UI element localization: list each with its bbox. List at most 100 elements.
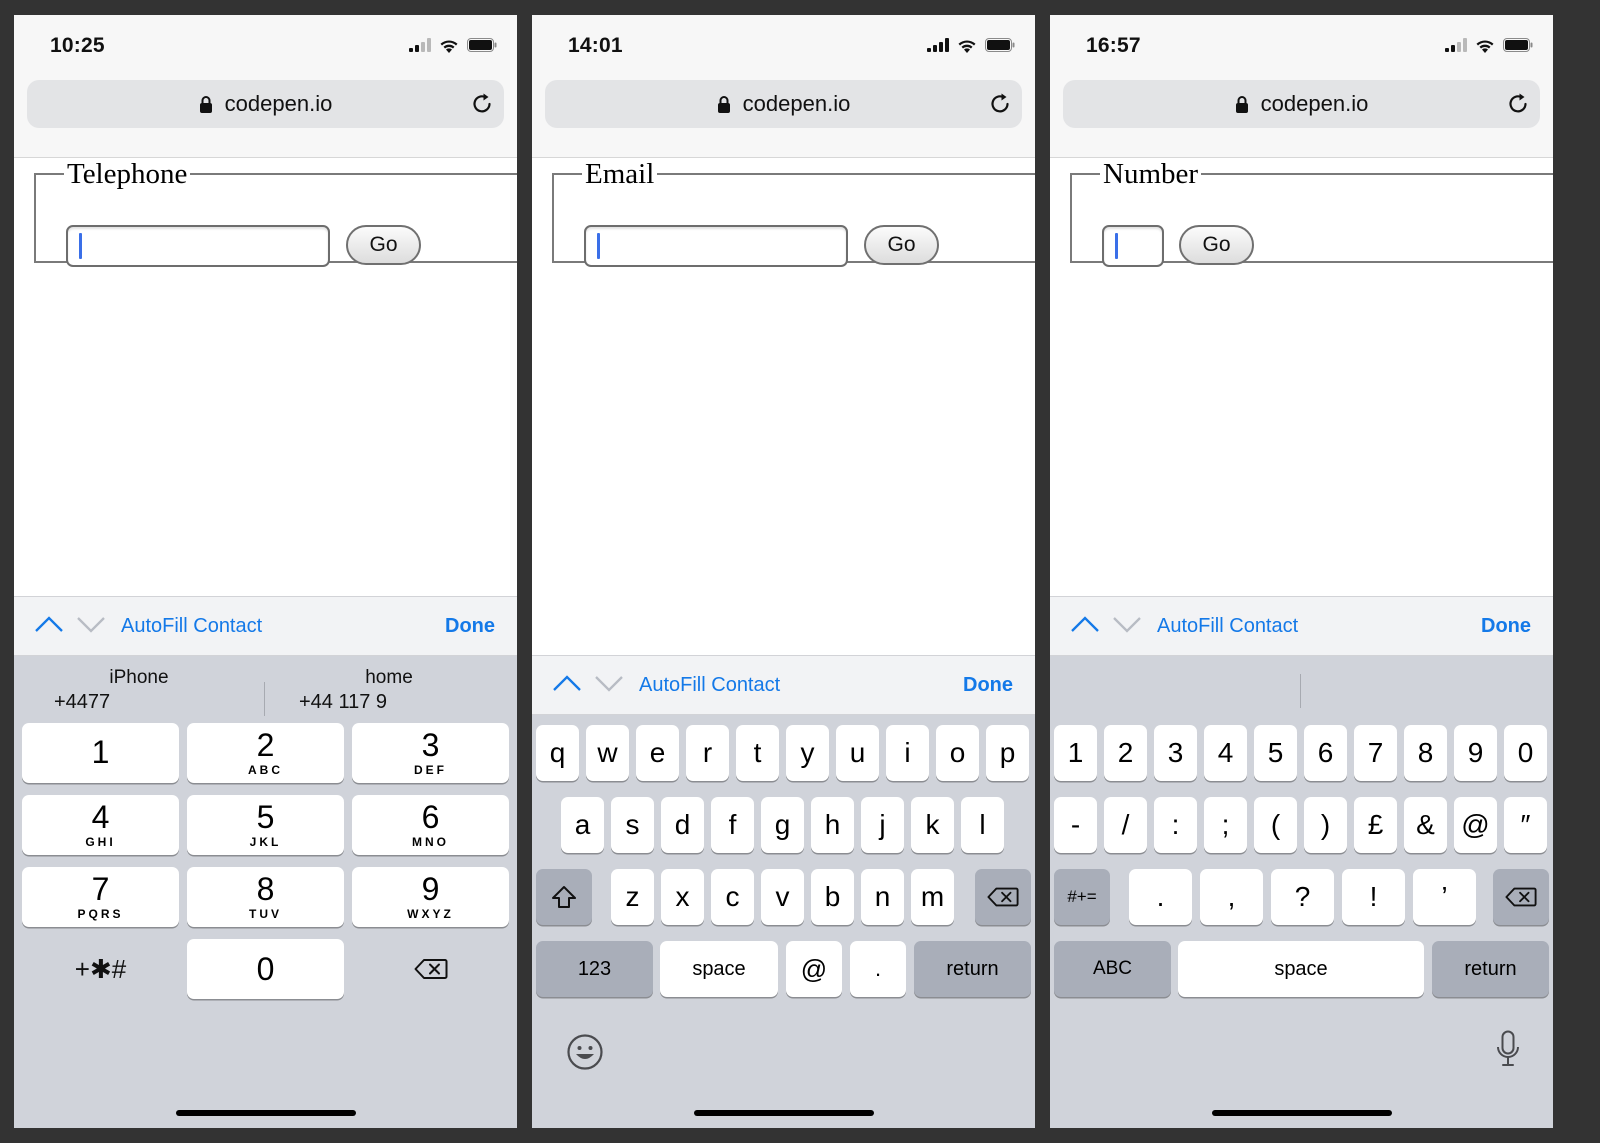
address-bar[interactable]: codepen.io — [1063, 80, 1540, 128]
key-at[interactable]: @ — [1454, 797, 1497, 853]
key-x[interactable]: x — [661, 869, 704, 925]
address-bar[interactable]: codepen.io — [27, 80, 504, 128]
key-f[interactable]: f — [711, 797, 754, 853]
shift-key[interactable] — [536, 869, 592, 925]
key-u[interactable]: u — [836, 725, 879, 781]
key-b[interactable]: b — [811, 869, 854, 925]
key-8[interactable]: 8 — [1404, 725, 1447, 781]
key-pound[interactable]: £ — [1354, 797, 1397, 853]
previous-field-chevron-icon[interactable] — [1070, 613, 1100, 635]
key-slash[interactable]: / — [1104, 797, 1147, 853]
dot-key[interactable]: . — [850, 941, 906, 997]
telephone-input[interactable] — [66, 225, 330, 267]
keypad-key-0[interactable]: 0 — [187, 939, 344, 999]
key-close-paren[interactable]: ) — [1304, 797, 1347, 853]
next-field-chevron-icon[interactable] — [1112, 613, 1142, 635]
key-l[interactable]: l — [961, 797, 1004, 853]
keypad-key-9[interactable]: 9 WXYZ — [352, 867, 509, 927]
go-button[interactable]: Go — [346, 225, 421, 265]
key-open-paren[interactable]: ( — [1254, 797, 1297, 853]
reload-icon[interactable] — [470, 92, 494, 116]
keypad-key-8[interactable]: 8 TUV — [187, 867, 344, 927]
done-button[interactable]: Done — [1481, 615, 1531, 638]
go-button[interactable]: Go — [864, 225, 939, 265]
key-semicolon[interactable]: ; — [1204, 797, 1247, 853]
done-button[interactable]: Done — [445, 615, 495, 638]
address-bar[interactable]: codepen.io — [545, 80, 1022, 128]
key-t[interactable]: t — [736, 725, 779, 781]
key-e[interactable]: e — [636, 725, 679, 781]
reload-icon[interactable] — [1506, 92, 1530, 116]
next-field-chevron-icon[interactable] — [594, 672, 624, 694]
key-m[interactable]: m — [911, 869, 954, 925]
done-button[interactable]: Done — [963, 674, 1013, 697]
keypad-key-3[interactable]: 3 DEF — [352, 723, 509, 783]
key-0[interactable]: 0 — [1504, 725, 1547, 781]
go-button[interactable]: Go — [1179, 225, 1254, 265]
keypad-key-4[interactable]: 4 GHI — [22, 795, 179, 855]
delete-key[interactable] — [975, 869, 1031, 925]
key-quote[interactable]: ″ — [1504, 797, 1547, 853]
autofill-contact-button[interactable]: AutoFill Contact — [1157, 615, 1298, 638]
key-o[interactable]: o — [936, 725, 979, 781]
numbers-key[interactable]: 123 — [536, 941, 653, 997]
key-k[interactable]: k — [911, 797, 954, 853]
keypad-key-5[interactable]: 5 JKL — [187, 795, 344, 855]
key-p[interactable]: p — [986, 725, 1029, 781]
return-key[interactable]: return — [1432, 941, 1549, 997]
abc-key[interactable]: ABC — [1054, 941, 1171, 997]
key-7[interactable]: 7 — [1354, 725, 1397, 781]
key-hyphen[interactable]: - — [1054, 797, 1097, 853]
delete-key[interactable] — [352, 939, 509, 999]
key-5[interactable]: 5 — [1254, 725, 1297, 781]
key-j[interactable]: j — [861, 797, 904, 853]
key-i[interactable]: i — [886, 725, 929, 781]
emoji-icon[interactable] — [566, 1033, 604, 1071]
space-key[interactable]: space — [660, 941, 778, 997]
previous-field-chevron-icon[interactable] — [34, 613, 64, 635]
keypad-key-2[interactable]: 2 ABC — [187, 723, 344, 783]
key-9[interactable]: 9 — [1454, 725, 1497, 781]
delete-key[interactable] — [1493, 869, 1549, 925]
key-q[interactable]: q — [536, 725, 579, 781]
key-z[interactable]: z — [611, 869, 654, 925]
autofill-contact-button[interactable]: AutoFill Contact — [639, 674, 780, 697]
microphone-icon[interactable] — [1496, 1030, 1520, 1068]
number-input[interactable] — [1102, 225, 1164, 267]
key-v[interactable]: v — [761, 869, 804, 925]
at-key[interactable]: @ — [786, 941, 842, 997]
autofill-contact-button[interactable]: AutoFill Contact — [121, 615, 262, 638]
key-n[interactable]: n — [861, 869, 904, 925]
symbols-key[interactable]: +✱# — [22, 939, 179, 999]
key-h[interactable]: h — [811, 797, 854, 853]
space-key[interactable]: space — [1178, 941, 1424, 997]
key-c[interactable]: c — [711, 869, 754, 925]
email-input[interactable] — [584, 225, 848, 267]
key-colon[interactable]: : — [1154, 797, 1197, 853]
more-symbols-key[interactable]: #+= — [1054, 869, 1110, 925]
key-s[interactable]: s — [611, 797, 654, 853]
key-period[interactable]: . — [1129, 869, 1192, 925]
autofill-suggestion-home[interactable]: home +44 117 9 — [299, 666, 479, 714]
keypad-key-1[interactable]: 1 — [22, 723, 179, 783]
previous-field-chevron-icon[interactable] — [552, 672, 582, 694]
key-apostrophe[interactable]: ’ — [1413, 869, 1476, 925]
keypad-key-6[interactable]: 6 MNO — [352, 795, 509, 855]
autofill-suggestion-iphone[interactable]: iPhone +4477 — [54, 666, 224, 714]
key-1[interactable]: 1 — [1054, 725, 1097, 781]
key-d[interactable]: d — [661, 797, 704, 853]
key-w[interactable]: w — [586, 725, 629, 781]
key-3[interactable]: 3 — [1154, 725, 1197, 781]
key-2[interactable]: 2 — [1104, 725, 1147, 781]
key-r[interactable]: r — [686, 725, 729, 781]
key-y[interactable]: y — [786, 725, 829, 781]
return-key[interactable]: return — [914, 941, 1031, 997]
next-field-chevron-icon[interactable] — [76, 613, 106, 635]
key-6[interactable]: 6 — [1304, 725, 1347, 781]
key-exclamation[interactable]: ! — [1342, 869, 1405, 925]
key-a[interactable]: a — [561, 797, 604, 853]
key-question[interactable]: ? — [1271, 869, 1334, 925]
key-4[interactable]: 4 — [1204, 725, 1247, 781]
key-comma[interactable]: , — [1200, 869, 1263, 925]
reload-icon[interactable] — [988, 92, 1012, 116]
